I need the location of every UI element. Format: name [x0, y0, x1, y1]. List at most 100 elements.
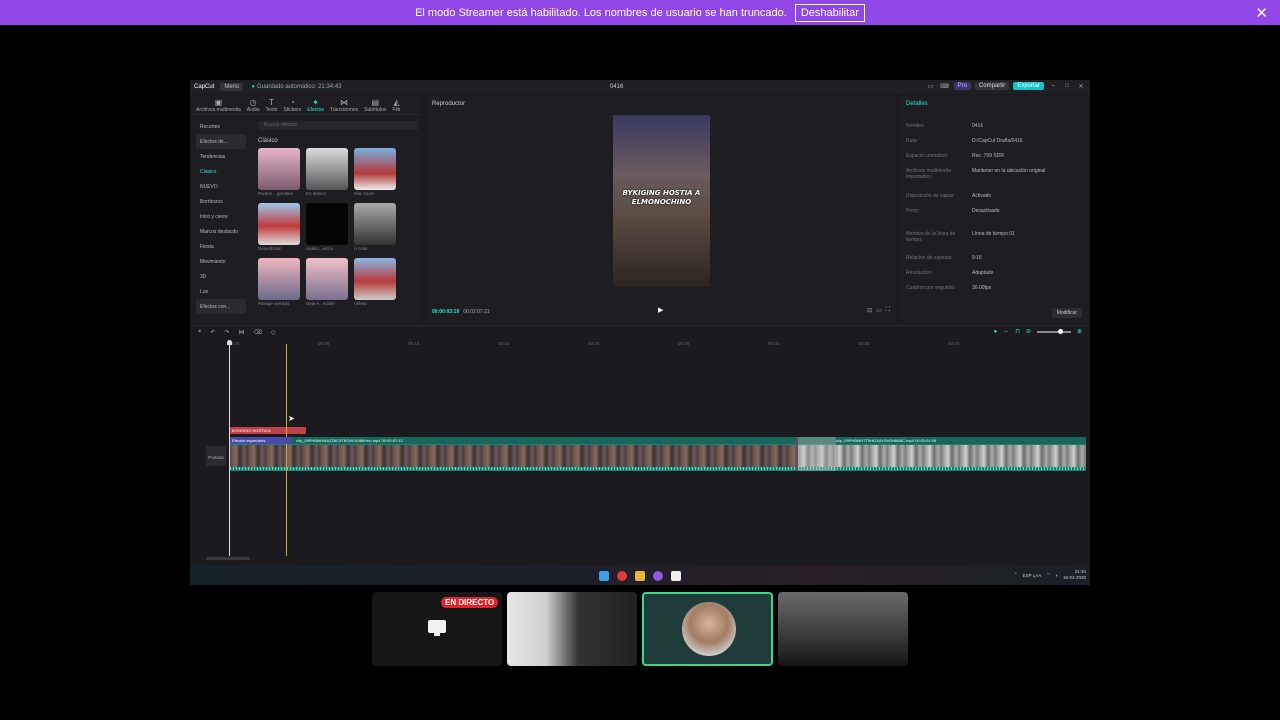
- category-item[interactable]: Tendencias: [196, 149, 246, 164]
- maximize-icon[interactable]: □: [1062, 83, 1072, 89]
- redo-icon[interactable]: ↷: [224, 329, 229, 336]
- effect-caption: Paisaje serrado: [258, 301, 290, 306]
- chevron-up-icon[interactable]: ⌃: [1014, 572, 1018, 578]
- effect-caption: Desenfocar: [258, 246, 282, 251]
- marker-icon[interactable]: ◇: [271, 329, 276, 336]
- effects-search-input[interactable]: Buscar efectos: [258, 121, 418, 130]
- playhead[interactable]: [227, 340, 232, 556]
- tab-stickers[interactable]: ◔ Stickers: [284, 98, 302, 113]
- detail-row: Nombre: 0416: [906, 123, 1086, 129]
- timeline-panel: ⌖ ↶ ↷ ⋈ ⌫ ◇ ● ⇔ ⊓ ⊖ ⊕ 00:00 00:05 00:10 …: [192, 325, 1088, 565]
- capcut-icon[interactable]: [671, 570, 681, 581]
- current-time: 00:00:03:19: [432, 309, 460, 315]
- zoom-in-icon[interactable]: ⊕: [1077, 328, 1082, 335]
- category-item[interactable]: NUEVO: [196, 179, 246, 194]
- category-item[interactable]: Movimiento: [196, 254, 246, 269]
- modify-button[interactable]: Modificar: [1051, 308, 1082, 318]
- hover-cursor-line: [286, 344, 287, 556]
- browser-icon[interactable]: [617, 570, 627, 581]
- detail-row: Cuadros por segundo: 30.00fps: [906, 285, 1086, 291]
- video-clip[interactable]: clip_09PHBMHTT5HGXAYSH0H8ABC.mp4 00:00:0…: [798, 437, 1086, 471]
- close-icon[interactable]: ✕: [1255, 4, 1268, 22]
- effect-thumb[interactable]: Desenfocar: [258, 203, 300, 251]
- start-icon[interactable]: [599, 570, 609, 581]
- volume-icon[interactable]: ◖: [1055, 573, 1058, 578]
- detail-value: D:/CapCut Drafts/0416: [972, 138, 1023, 144]
- play-icon[interactable]: ▶: [658, 306, 663, 314]
- windows-taskbar: ⌃ ESP LAA ◠ ◖ 21:34 16-04-2026: [190, 566, 1090, 585]
- category-item[interactable]: Borrbozos: [196, 194, 246, 209]
- export-button[interactable]: Exportar: [1013, 82, 1044, 90]
- magnet-icon[interactable]: ⊓: [1015, 328, 1020, 335]
- tab-transitions[interactable]: ⋈ Transiciones: [330, 98, 358, 113]
- zoom-slider[interactable]: [1036, 328, 1071, 334]
- disable-button[interactable]: Deshabilitar: [794, 3, 865, 22]
- effect-thumb[interactable]: En blanco: [306, 148, 348, 196]
- participant-tile[interactable]: [507, 592, 637, 666]
- track-cover[interactable]: Portada: [206, 446, 226, 466]
- tab-audio[interactable]: ◷ Audio: [247, 98, 260, 113]
- category-item[interactable]: Intro y cierre: [196, 209, 246, 224]
- tab-media[interactable]: ▣ Archivos multimedia: [196, 98, 241, 113]
- effect-thumb[interactable]: Viñeta: [354, 258, 396, 306]
- effect-thumb[interactable]: Aparic...ienzo: [306, 203, 348, 251]
- horizontal-scrollbar[interactable]: [206, 557, 250, 560]
- menu-button[interactable]: Menú: [220, 83, 244, 91]
- effect-clip[interactable]: Efectos especiales: [230, 437, 292, 444]
- share-button[interactable]: Compartir: [974, 82, 1010, 90]
- clock[interactable]: 21:34 16-04-2026: [1063, 569, 1086, 581]
- ruler-tick: 00:35: [858, 341, 870, 346]
- zoom-out-icon[interactable]: ⊖: [1026, 328, 1031, 335]
- text-icon: T: [269, 98, 274, 107]
- category-item[interactable]: Efectos de...: [196, 134, 246, 149]
- delete-icon[interactable]: ⌫: [253, 329, 261, 336]
- language-indicator[interactable]: ESP LAA: [1023, 573, 1042, 578]
- video-preview[interactable]: BYKIGING HOSTIA A ELMONOCHINO: [613, 115, 710, 287]
- folder-icon[interactable]: [635, 570, 645, 581]
- effect-thumb[interactable]: Mini zoom: [354, 148, 396, 196]
- video-clip[interactable]: clip_09PHBMHMAZZ6C5TBGKEA566Hun.mp4 00:0…: [230, 437, 796, 471]
- detail-key: Archivos multimedia importados:: [906, 168, 951, 180]
- category-item[interactable]: 3D: [196, 269, 246, 284]
- detail-value: Mantener en la ubicación original: [972, 168, 1046, 174]
- ratio-icon[interactable]: ▭: [876, 307, 882, 314]
- effect-categories: Recortes Efectos de... Tendencias Clásic…: [196, 119, 246, 314]
- category-item[interactable]: Lux: [196, 284, 246, 299]
- tab-filters[interactable]: ◭ Filtr: [392, 98, 400, 113]
- layout-icon[interactable]: ▭: [926, 83, 936, 90]
- window-close-icon[interactable]: ✕: [1076, 83, 1086, 90]
- effects-icon: ✦: [312, 98, 319, 107]
- wifi-icon[interactable]: ◠: [1046, 572, 1050, 578]
- split-icon[interactable]: ⋈: [238, 329, 244, 336]
- effect-thumb[interactable]: Puntos ...gonales: [258, 148, 300, 196]
- effect-thumb[interactable]: Paisaje serrado: [258, 258, 300, 306]
- minimize-icon[interactable]: –: [1048, 83, 1058, 89]
- effect-thumb[interactable]: Deja e...ncider: [306, 258, 348, 306]
- category-item[interactable]: Fiesta: [196, 239, 246, 254]
- tab-subtitles[interactable]: ▤ Subtítulos: [364, 98, 386, 113]
- detail-key: Cuadros por segundo:: [906, 285, 956, 291]
- tab-text[interactable]: T Texto: [265, 98, 278, 113]
- category-item[interactable]: Efectos con...: [196, 299, 246, 314]
- timeline-toolbar: ⌖ ↶ ↷ ⋈ ⌫ ◇: [192, 326, 1088, 338]
- text-clip[interactable]: BYKIGING HOSTIA A: [230, 427, 306, 434]
- pro-button[interactable]: Pro: [953, 82, 971, 90]
- category-item[interactable]: Marcos destacdo: [196, 224, 246, 239]
- link-icon[interactable]: ⇔: [1003, 329, 1009, 335]
- undo-icon[interactable]: ↶: [210, 329, 215, 336]
- category-item[interactable]: Clásico: [196, 164, 246, 179]
- select-icon[interactable]: ⌖: [198, 329, 201, 336]
- category-item[interactable]: Recortes: [196, 119, 246, 134]
- tab-label: Texto: [265, 107, 278, 113]
- detail-row: Resolución: Adaptado: [906, 270, 1086, 276]
- detail-value: Rec. 709 SDR: [972, 153, 1004, 159]
- ruler-tick: 00:15: [498, 341, 510, 346]
- discord-icon[interactable]: [653, 570, 663, 581]
- effect-thumb[interactable]: A color: [354, 203, 396, 251]
- fullscreen-icon[interactable]: ⛶: [886, 307, 890, 314]
- tab-effects[interactable]: ✦ Efectos: [307, 98, 324, 113]
- participant-tile[interactable]: [778, 592, 908, 666]
- shortcut-icon[interactable]: ⌨: [940, 83, 950, 90]
- mic-icon[interactable]: ●: [994, 329, 998, 335]
- crop-icon[interactable]: ⊡: [867, 307, 872, 314]
